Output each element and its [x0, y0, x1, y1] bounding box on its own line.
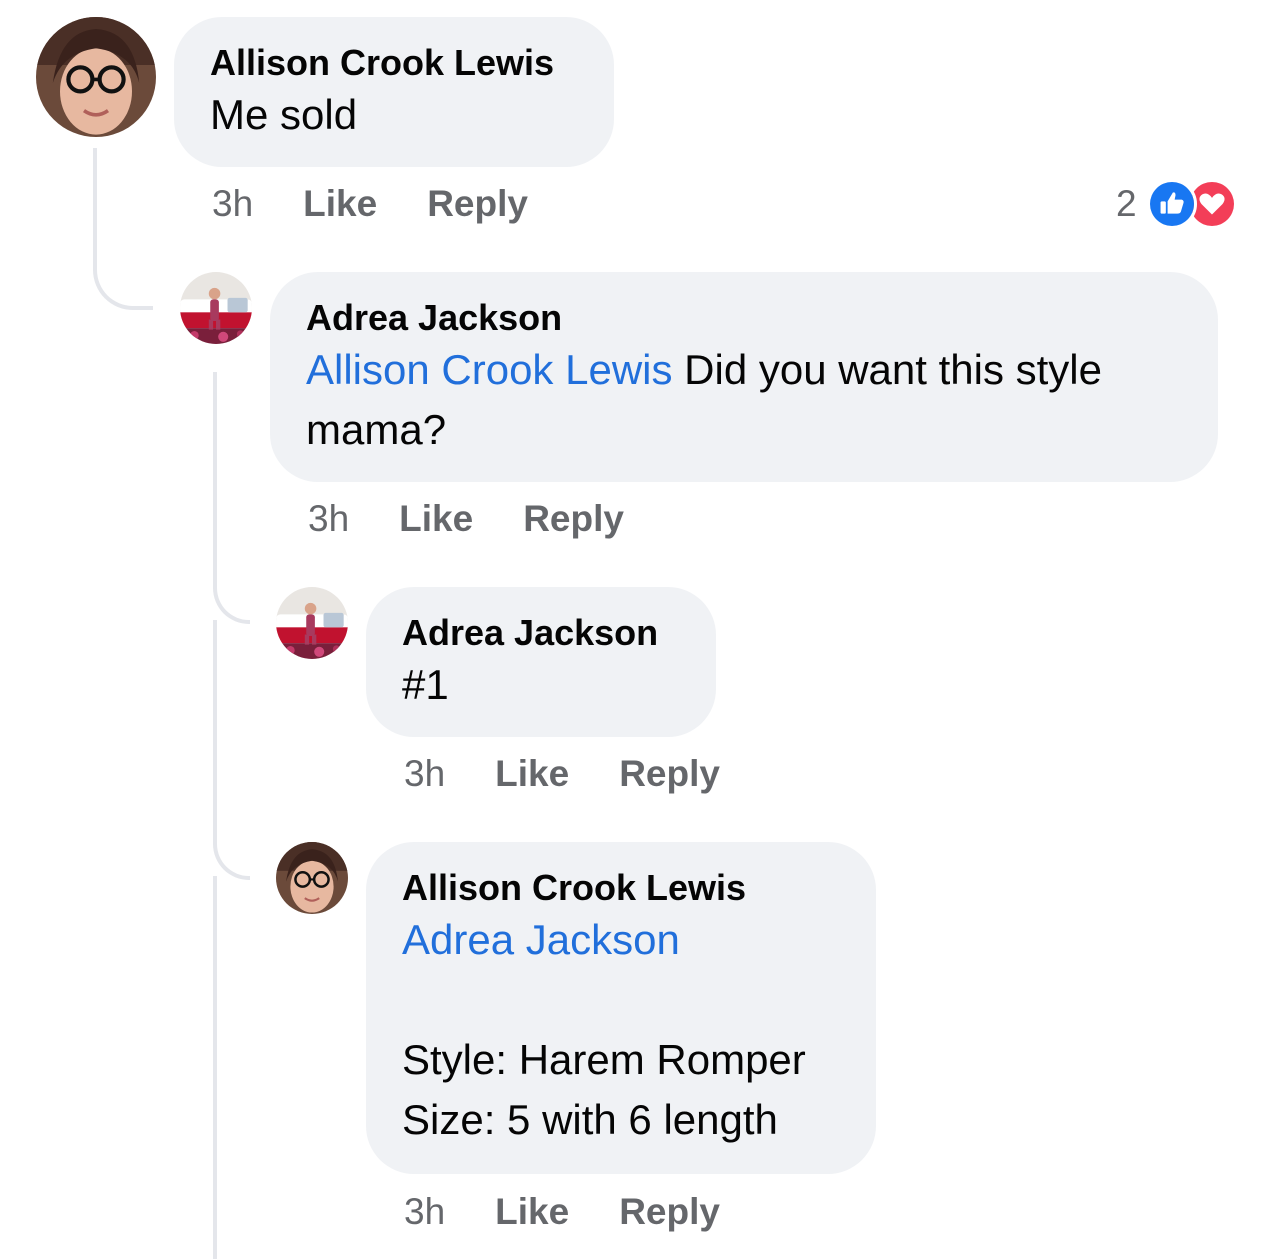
reaction-summary[interactable]: 2	[1116, 178, 1237, 230]
reply-button[interactable]: Reply	[619, 752, 720, 796]
thread-line-nested-1	[213, 372, 250, 624]
mention-link[interactable]: Adrea Jackson	[402, 916, 680, 963]
like-button[interactable]: Like	[495, 1190, 569, 1234]
avatar[interactable]	[180, 272, 252, 344]
comment-bubble: Adrea Jackson #1	[366, 587, 716, 737]
reply-button[interactable]: Reply	[523, 497, 624, 541]
like-button[interactable]: Like	[303, 182, 377, 226]
comment-time[interactable]: 3h	[404, 1190, 445, 1234]
reaction-count: 2	[1116, 183, 1137, 224]
woman-with-glasses-avatar-icon	[36, 17, 156, 137]
comment-time[interactable]: 3h	[308, 497, 349, 541]
like-button[interactable]: Like	[495, 752, 569, 796]
comment-text: #1	[402, 661, 449, 708]
comment-time[interactable]: 3h	[404, 752, 445, 796]
woman-with-glasses-avatar-icon	[276, 842, 348, 914]
comment-author[interactable]: Allison Crook Lewis	[402, 866, 840, 910]
thread-line-nested-2	[213, 620, 250, 880]
comment-author[interactable]: Adrea Jackson	[402, 611, 680, 655]
avatar[interactable]	[36, 17, 156, 137]
comment-text: Adrea Jackson Style: Harem Romper Size: …	[402, 910, 840, 1150]
comment-bubble: Adrea Jackson Allison Crook Lewis Did yo…	[270, 272, 1218, 482]
comment-bubble: Allison Crook Lewis Adrea Jackson Style:…	[366, 842, 876, 1174]
comment-time[interactable]: 3h	[212, 182, 253, 226]
avatar[interactable]	[276, 587, 348, 659]
reply-button[interactable]: Reply	[619, 1190, 720, 1234]
like-reaction-icon	[1146, 179, 1197, 229]
child-by-red-trailer-avatar-icon	[276, 587, 348, 659]
comment-actions: 3h Like Reply	[404, 752, 720, 796]
like-button[interactable]: Like	[399, 497, 473, 541]
comment-text: Me sold	[210, 91, 358, 138]
comment-actions: 3h Like Reply	[404, 1190, 720, 1234]
comment-text: Allison Crook Lewis Did you want this st…	[306, 340, 1182, 460]
thread-line-main	[93, 148, 153, 310]
comment-author[interactable]: Adrea Jackson	[306, 296, 1182, 340]
mention-link[interactable]: Allison Crook Lewis	[306, 346, 672, 393]
reply-button[interactable]: Reply	[427, 182, 528, 226]
comment-bubble: Allison Crook Lewis Me sold	[174, 17, 614, 167]
comment-actions: 3h Like Reply	[212, 182, 528, 226]
thread-line-continue	[213, 876, 217, 1259]
child-by-red-trailer-avatar-icon	[180, 272, 252, 344]
comment-actions: 3h Like Reply	[308, 497, 624, 541]
avatar[interactable]	[276, 842, 348, 914]
comment-body: Style: Harem Romper Size: 5 with 6 lengt…	[402, 1036, 806, 1143]
comment-author[interactable]: Allison Crook Lewis	[210, 41, 578, 85]
